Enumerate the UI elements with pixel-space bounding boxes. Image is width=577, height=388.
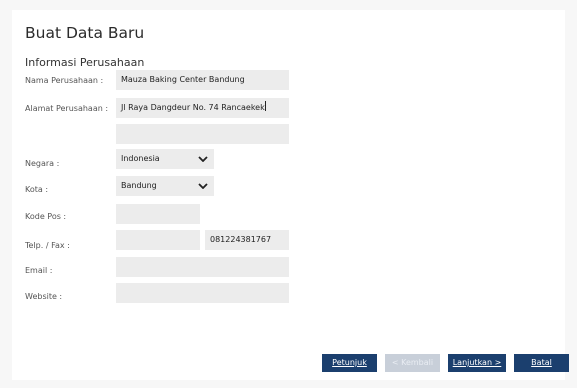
country-select[interactable]: Indonesia bbox=[116, 149, 214, 169]
chevron-down-icon bbox=[198, 149, 208, 162]
chevron-down-icon bbox=[198, 176, 208, 189]
form-panel: Buat Data Baru Informasi Perusahaan Nama… bbox=[12, 10, 565, 380]
city-label: Kota : bbox=[25, 185, 49, 194]
website-label: Website : bbox=[25, 292, 63, 301]
next-button[interactable]: Lanjutkan > bbox=[448, 354, 506, 372]
address-value: Jl Raya Dangdeur No. 74 Rancaekek bbox=[121, 103, 265, 112]
city-value: Bandung bbox=[121, 181, 157, 190]
website-input[interactable] bbox=[116, 283, 289, 303]
address-line2-input[interactable] bbox=[116, 124, 289, 144]
country-value: Indonesia bbox=[121, 154, 160, 163]
phone-fax-label: Telp. / Fax : bbox=[25, 241, 70, 250]
help-button[interactable]: Petunjuk bbox=[322, 354, 377, 372]
postal-code-label: Kode Pos : bbox=[25, 212, 67, 221]
text-cursor bbox=[264, 101, 266, 111]
address-label: Alamat Perusahaan : bbox=[25, 104, 109, 113]
email-input[interactable] bbox=[116, 257, 289, 277]
country-label: Negara : bbox=[25, 159, 60, 168]
window: Buat Data Baru Informasi Perusahaan Nama… bbox=[0, 0, 577, 388]
address-input[interactable]: Jl Raya Dangdeur No. 74 Rancaekek bbox=[116, 98, 289, 118]
postal-code-input[interactable] bbox=[116, 204, 200, 224]
back-button[interactable]: < Kembali bbox=[385, 354, 440, 372]
section-title: Informasi Perusahaan bbox=[25, 56, 145, 69]
city-select[interactable]: Bandung bbox=[116, 176, 214, 196]
company-name-input[interactable]: Mauza Baking Center Bandung bbox=[116, 70, 289, 90]
email-label: Email : bbox=[25, 266, 53, 275]
fax-input[interactable]: 081224381767 bbox=[205, 230, 289, 250]
phone-input[interactable] bbox=[116, 230, 200, 250]
page-title: Buat Data Baru bbox=[25, 24, 145, 42]
cancel-button[interactable]: Batal bbox=[514, 354, 569, 372]
company-name-label: Nama Perusahaan : bbox=[25, 76, 104, 85]
